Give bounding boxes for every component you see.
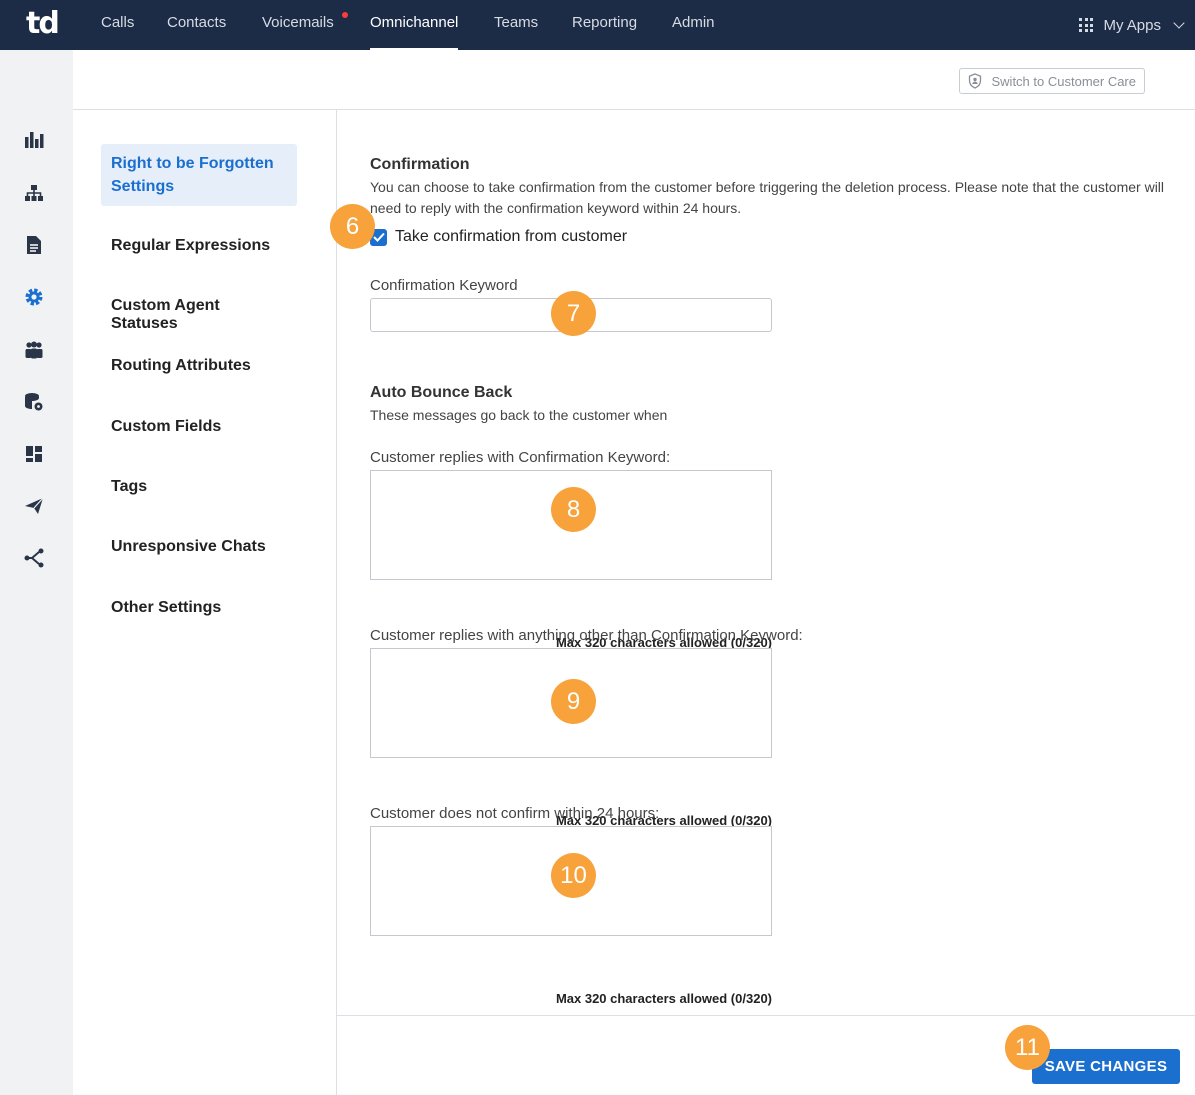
- document-icon[interactable]: [24, 235, 44, 255]
- voicemail-notification-dot: [342, 12, 348, 18]
- sidebar-item-unresponsive-chats[interactable]: Unresponsive Chats: [101, 538, 297, 556]
- switch-to-customer-care-button[interactable]: Switch to Customer Care: [958, 68, 1145, 94]
- bounce-other-label: Customer replies with anything other tha…: [370, 627, 803, 644]
- take-confirmation-row[interactable]: Take confirmation from customer: [370, 228, 627, 246]
- database-settings-icon[interactable]: [24, 392, 44, 412]
- annotation-marker: 6: [330, 204, 375, 249]
- send-icon[interactable]: [24, 496, 44, 516]
- nav-reporting[interactable]: Reporting: [572, 0, 637, 50]
- annotation-marker: 10: [551, 853, 596, 898]
- team-icon[interactable]: [24, 340, 44, 360]
- nav-calls[interactable]: Calls: [101, 0, 134, 50]
- sidebar-item-routing-attributes[interactable]: Routing Attributes: [101, 357, 297, 375]
- hierarchy-icon[interactable]: [24, 183, 44, 203]
- confirmation-title: Confirmation: [370, 156, 470, 173]
- my-apps-label: My Apps: [1103, 16, 1161, 34]
- annotation-marker: 8: [551, 487, 596, 532]
- save-changes-button[interactable]: SAVE CHANGES: [1032, 1049, 1180, 1084]
- dashboard-icon[interactable]: [24, 444, 44, 464]
- analytics-icon[interactable]: [24, 130, 44, 150]
- gear-icon[interactable]: [24, 287, 44, 307]
- sidebar-item-other-settings[interactable]: Other Settings: [101, 599, 297, 617]
- nav-contacts[interactable]: Contacts: [167, 0, 226, 50]
- nav-teams[interactable]: Teams: [494, 0, 538, 50]
- take-confirmation-label: Take confirmation from customer: [395, 228, 628, 245]
- merge-icon[interactable]: [24, 548, 44, 568]
- sidebar-item-regular-expressions[interactable]: Regular Expressions: [101, 237, 297, 255]
- bounce-timeout-label: Customer does not confirm within 24 hour…: [370, 805, 660, 822]
- app-grid-icon: [1079, 18, 1094, 32]
- sidebar-item-right-to-be-forgotten[interactable]: Right to be Forgotten Settings: [101, 144, 297, 206]
- icon-rail: [0, 50, 73, 1095]
- checkmark-icon: [372, 232, 385, 242]
- switch-label: Switch to Customer Care: [991, 73, 1137, 89]
- auto-bounce-back-description: These messages go back to the customer w…: [370, 407, 668, 423]
- sidebar-item-custom-agent-statuses[interactable]: Custom Agent Statuses: [101, 297, 297, 333]
- shield-user-icon: [968, 73, 981, 89]
- auto-bounce-back-title: Auto Bounce Back: [370, 384, 513, 401]
- main-panel: Switch to Customer Care Right to be Forg…: [73, 50, 1195, 1095]
- app-logo[interactable]: td: [26, 6, 60, 41]
- panel-header: Switch to Customer Care: [73, 50, 1195, 110]
- nav-omnichannel[interactable]: Omnichannel: [370, 0, 459, 50]
- sidebar-item-tags[interactable]: Tags: [101, 478, 297, 496]
- settings-sidebar: Right to be Forgotten Settings Regular E…: [73, 110, 337, 1095]
- annotation-marker: 9: [551, 679, 596, 724]
- nav-voicemails[interactable]: Voicemails: [262, 0, 334, 50]
- confirmation-description: You can choose to take confirmation from…: [370, 179, 1165, 216]
- my-apps-menu[interactable]: My Apps: [1079, 0, 1185, 50]
- confirmation-keyword-label: Confirmation Keyword: [370, 277, 518, 294]
- nav-admin[interactable]: Admin: [672, 0, 715, 50]
- annotation-marker: 11: [1005, 1025, 1050, 1070]
- footer-divider: [337, 1015, 1195, 1016]
- sidebar-item-custom-fields[interactable]: Custom Fields: [101, 418, 297, 436]
- bounce-keyword-label: Customer replies with Confirmation Keywo…: [370, 449, 671, 466]
- top-navigation: td Calls Contacts Voicemails Omnichannel…: [0, 0, 1195, 50]
- settings-content: Confirmation You can choose to take conf…: [337, 110, 1195, 1095]
- bounce-timeout-counter: Max 320 characters allowed (0/320): [555, 991, 772, 1006]
- chevron-down-icon: [1173, 17, 1185, 29]
- annotation-marker: 7: [551, 291, 596, 336]
